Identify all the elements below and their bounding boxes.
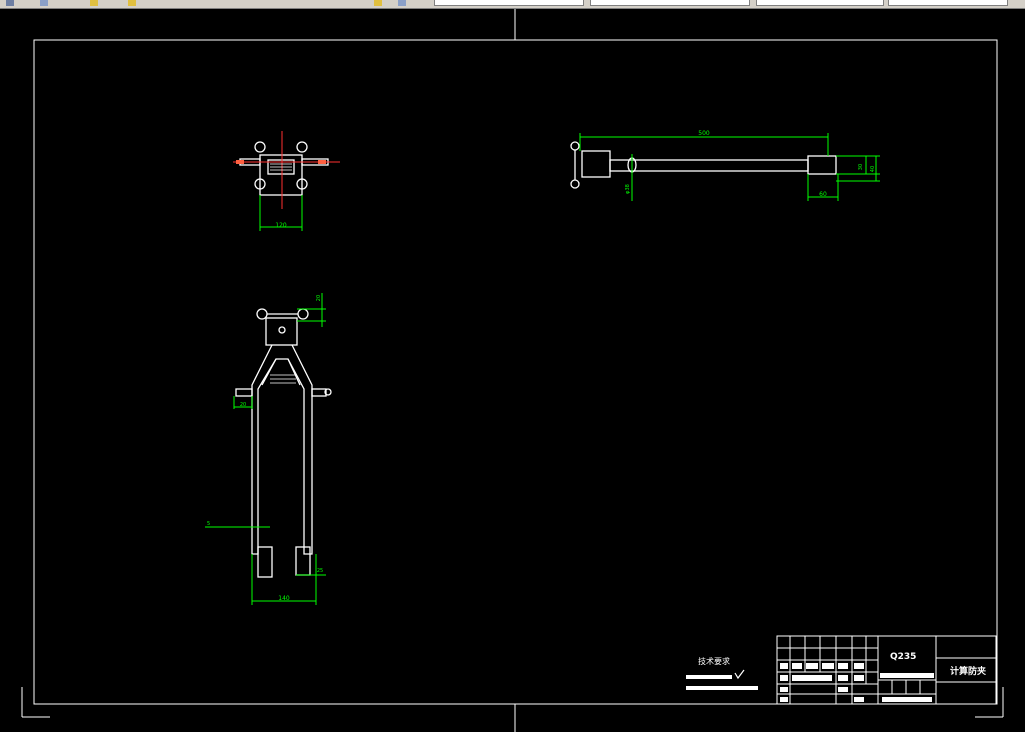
dim-label-20-top: 20 bbox=[316, 295, 322, 301]
handle-grip bbox=[318, 160, 326, 164]
cube-icon[interactable] bbox=[40, 0, 48, 6]
dim-label-phi38: φ38 bbox=[625, 184, 631, 194]
sun-icon[interactable] bbox=[128, 0, 136, 6]
layer-icon[interactable] bbox=[6, 0, 14, 6]
front-view-pin-right bbox=[311, 388, 327, 397]
front-view-foot-left bbox=[257, 546, 273, 578]
lineweight-dropdown[interactable] bbox=[756, 0, 884, 6]
drawing-border bbox=[33, 39, 998, 705]
front-view: 20 20 5 25 140 bbox=[205, 293, 332, 605]
dim-label-120: 120 bbox=[275, 222, 287, 229]
dim-label-20-side: 20 bbox=[240, 402, 246, 408]
title-block-labels bbox=[780, 663, 934, 702]
top-view: 120 bbox=[233, 131, 340, 231]
notes-line bbox=[686, 686, 758, 690]
roller bbox=[570, 179, 580, 189]
title-block: Q235 计算防夹 bbox=[776, 635, 997, 705]
dim-label-40: 40 bbox=[870, 166, 876, 172]
roller bbox=[296, 141, 308, 153]
dim-label-60: 60 bbox=[819, 191, 827, 198]
technical-notes: 技术要求 bbox=[686, 656, 758, 690]
side-view-beam bbox=[609, 159, 809, 172]
material-label: Q235 bbox=[890, 652, 916, 662]
sheet-frame bbox=[21, 9, 1004, 732]
dim-label-30: 30 bbox=[858, 164, 864, 170]
dim-label-25: 25 bbox=[317, 568, 323, 574]
notes-title: 技术要求 bbox=[698, 656, 730, 666]
layer-previous-icon[interactable] bbox=[398, 0, 406, 6]
front-view-foot-right bbox=[295, 546, 311, 576]
front-view-hatch bbox=[270, 374, 296, 384]
front-view-frame bbox=[251, 344, 313, 555]
dim-label-140: 140 bbox=[278, 595, 290, 602]
notes-line bbox=[686, 675, 732, 679]
roughness-symbol-icon bbox=[734, 669, 745, 680]
lightbulb-icon[interactable] bbox=[90, 0, 98, 6]
part-name: 计算防夹 bbox=[950, 665, 986, 677]
head-bolt-hole bbox=[278, 326, 286, 334]
top-view-body bbox=[259, 154, 303, 196]
property-toolbar bbox=[0, 0, 1025, 9]
side-view-clamp bbox=[581, 150, 611, 178]
front-view-pin-left bbox=[235, 388, 253, 397]
linetype-dropdown[interactable] bbox=[590, 0, 750, 6]
cad-drawing-canvas[interactable]: 120 500 φ38 60 30 40 20 20 5 25 140 技术要求… bbox=[0, 9, 1025, 732]
color-dropdown[interactable] bbox=[434, 0, 584, 6]
plotstyle-dropdown[interactable] bbox=[888, 0, 1008, 6]
roller bbox=[570, 141, 580, 151]
side-view: 500 φ38 60 30 40 bbox=[570, 130, 880, 201]
roller bbox=[297, 308, 309, 320]
handle-grip bbox=[236, 160, 244, 164]
dim-label-5: 5 bbox=[207, 521, 210, 527]
roller bbox=[254, 141, 266, 153]
front-view-head bbox=[265, 317, 298, 346]
side-view-sleeve bbox=[807, 155, 837, 175]
layer-state-icon[interactable] bbox=[374, 0, 382, 6]
top-view-hatch bbox=[270, 163, 292, 171]
dim-label-500: 500 bbox=[698, 130, 710, 137]
